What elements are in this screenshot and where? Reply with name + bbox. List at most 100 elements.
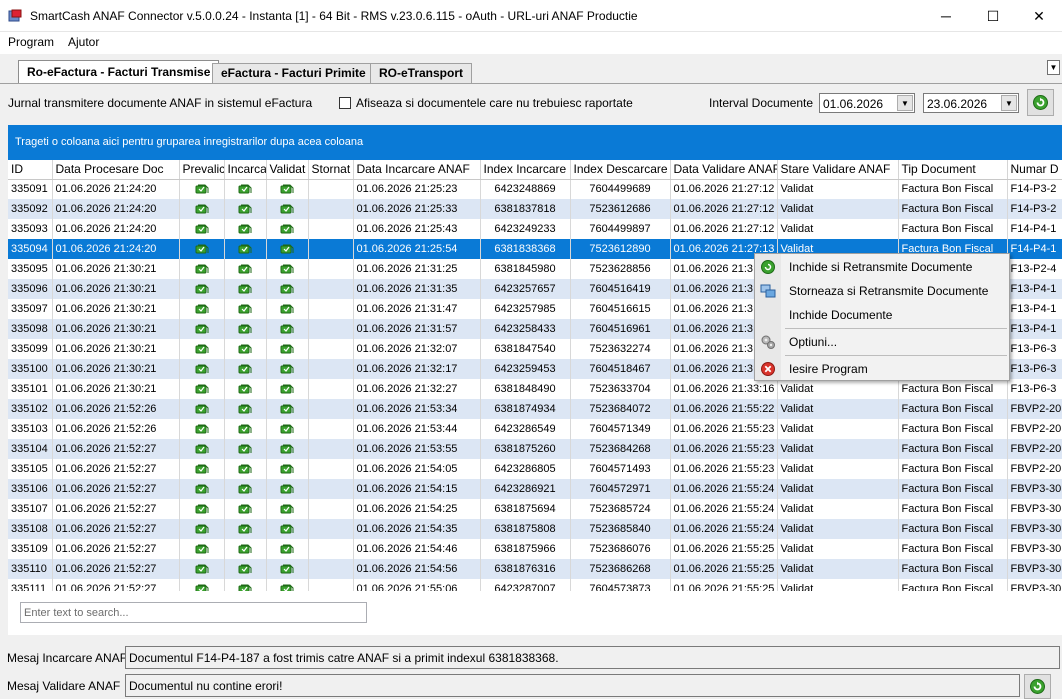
column-header[interactable]: Data Validare ANAF (670, 160, 778, 180)
table-cell: 01.06.2026 21:54:35 (353, 519, 481, 539)
table-cell: 6381845980 (480, 259, 571, 279)
status-document-icon (179, 379, 225, 399)
table-row[interactable]: 335102 01.06.2026 21:52:26 01.06.2026 21:5… (8, 399, 1062, 419)
date-from-picker[interactable]: 01.06.2026 ▼ (819, 93, 915, 113)
column-header[interactable]: Data Procesare Doc (52, 160, 180, 180)
table-cell: 01.06.2026 21:24:20 (52, 199, 180, 219)
table-row[interactable]: 335101 01.06.2026 21:30:21 01.06.2026 21:3… (8, 379, 1062, 399)
context-exit[interactable]: Iesire Program (756, 358, 1008, 380)
table-row[interactable]: 335111 01.06.2026 21:52:27 01.06.2026 21:5… (8, 579, 1062, 591)
menu-program[interactable]: Program (8, 35, 54, 49)
table-row[interactable]: 335092 01.06.2026 21:24:20 01.06.2026 21:2… (8, 199, 1062, 219)
table-cell: 01.06.2026 21:52:27 (52, 579, 180, 591)
table-cell (308, 319, 354, 339)
show-unreported-label[interactable]: Afiseaza si documentele care nu trebuies… (356, 96, 633, 110)
refresh-button[interactable] (1027, 89, 1054, 116)
context-close-retransmit[interactable]: Inchide si Retransmite Documente (756, 256, 1008, 278)
status-document-icon (266, 499, 309, 519)
table-cell: 01.06.2026 21:31:47 (353, 299, 481, 319)
table-cell: 01.06.2026 21:32:17 (353, 359, 481, 379)
search-input[interactable]: Enter text to search... (20, 602, 367, 623)
table-cell: 7523612890 (570, 239, 671, 259)
tab-efactura-transmise[interactable]: Ro-eFactura - Facturi Transmise (18, 60, 220, 84)
chevron-down-icon[interactable]: ▼ (897, 95, 913, 111)
table-row[interactable]: 335108 01.06.2026 21:52:27 01.06.2026 21:5… (8, 519, 1062, 539)
table-cell (308, 199, 354, 219)
table-cell: 01.06.2026 21:55:22 (670, 399, 778, 419)
status-document-icon (179, 559, 225, 579)
close-button[interactable]: ✕ (1016, 0, 1062, 32)
maximize-button[interactable]: ☐ (970, 0, 1016, 32)
status-document-icon (266, 359, 309, 379)
menu-help[interactable]: Ajutor (68, 35, 99, 49)
context-close-docs[interactable]: Inchide Documente (756, 304, 1008, 326)
upload-message-text: Documentul F14-P4-187 a fost trimis catr… (129, 651, 559, 665)
table-cell: 7604516615 (570, 299, 671, 319)
column-header[interactable]: Tip Document (898, 160, 1008, 180)
table-cell: 7523685724 (570, 499, 671, 519)
column-header[interactable]: ID (8, 160, 53, 180)
validation-message-field[interactable]: Documentul nu contine erori! (125, 674, 1020, 697)
table-row[interactable]: 335104 01.06.2026 21:52:27 01.06.2026 21:5… (8, 439, 1062, 459)
column-header[interactable]: Index Incarcare (480, 160, 571, 180)
table-cell: 335106 (8, 479, 53, 499)
table-cell: 01.06.2026 21:55:23 (670, 419, 778, 439)
table-row[interactable]: 335103 01.06.2026 21:52:26 01.06.2026 21:5… (8, 419, 1062, 439)
table-row[interactable]: 335091 01.06.2026 21:24:20 01.06.2026 21:2… (8, 179, 1062, 199)
table-row[interactable]: 335109 01.06.2026 21:52:27 01.06.2026 21:5… (8, 539, 1062, 559)
table-cell: 6423249233 (480, 219, 571, 239)
table-cell: 6381875694 (480, 499, 571, 519)
column-header[interactable]: Stare Validare ANAF (777, 160, 899, 180)
computers-icon (760, 284, 776, 298)
table-row[interactable]: 335110 01.06.2026 21:52:27 01.06.2026 21:5… (8, 559, 1062, 579)
table-row[interactable]: 335105 01.06.2026 21:52:27 01.06.2026 21:5… (8, 459, 1062, 479)
table-cell: Validat (777, 519, 899, 539)
column-header[interactable]: Validat (266, 160, 309, 180)
status-document-icon (224, 379, 267, 399)
validate-button[interactable] (1024, 674, 1051, 699)
table-cell: 01.06.2026 21:31:57 (353, 319, 481, 339)
menu-bar: Program Ajutor (0, 32, 1062, 54)
chevron-down-icon[interactable]: ▼ (1001, 95, 1017, 111)
column-header[interactable]: Incarca (224, 160, 267, 180)
table-cell: 01.06.2026 21:55:24 (670, 519, 778, 539)
column-header[interactable]: Prevalic (179, 160, 225, 180)
status-document-icon (224, 439, 267, 459)
table-cell: 01.06.2026 21:52:27 (52, 519, 180, 539)
tab-list-dropdown-icon[interactable]: ▼ (1047, 60, 1060, 75)
table-cell: 7523612686 (570, 199, 671, 219)
column-header[interactable]: Numar D (1007, 160, 1062, 180)
upload-message-label: Mesaj Incarcare ANAF (7, 651, 128, 665)
grid-header-row: ID Data Procesare Doc Prevalic Incarca Valid… (8, 160, 1062, 180)
column-header[interactable]: Data Incarcare ANAF (353, 160, 481, 180)
table-row[interactable]: 335093 01.06.2026 21:24:20 01.06.2026 21:2… (8, 219, 1062, 239)
tab-etransport[interactable]: RO-eTransport (370, 63, 473, 84)
table-cell: 335098 (8, 319, 53, 339)
status-document-icon (266, 299, 309, 319)
table-cell: Factura Bon Fiscal (898, 559, 1008, 579)
table-cell: FBVP2-20 (1007, 439, 1062, 459)
table-cell (308, 399, 354, 419)
date-to-picker[interactable]: 23.06.2026 ▼ (923, 93, 1019, 113)
table-row[interactable]: 335107 01.06.2026 21:52:27 01.06.2026 21:5… (8, 499, 1062, 519)
upload-message-field[interactable]: Documentul F14-P4-187 a fost trimis catr… (125, 646, 1060, 669)
table-cell (308, 339, 354, 359)
table-cell: 335093 (8, 219, 53, 239)
table-cell: 335091 (8, 179, 53, 199)
show-unreported-checkbox[interactable] (339, 97, 351, 109)
table-cell: 6423286805 (480, 459, 571, 479)
tab-efactura-primite[interactable]: eFactura - Facturi Primite (212, 63, 375, 84)
table-row[interactable]: 335106 01.06.2026 21:52:27 01.06.2026 21:5… (8, 479, 1062, 499)
table-cell: Factura Bon Fiscal (898, 479, 1008, 499)
group-by-panel[interactable]: Trageti o coloana aici pentru gruparea i… (8, 125, 1062, 160)
status-document-icon (266, 379, 309, 399)
column-header[interactable]: Index Descarcare I (570, 160, 671, 180)
grid-body: 335091 01.06.2026 21:24:20 01.06.2026 21:2… (8, 179, 1062, 591)
context-storno-retransmit[interactable]: Storneaza si Retransmite Documente (756, 280, 1008, 302)
column-header[interactable]: Stornat (308, 160, 354, 180)
table-cell: 7604516961 (570, 319, 671, 339)
minimize-button[interactable]: ─ (923, 0, 969, 32)
refresh-icon (1030, 679, 1045, 694)
table-cell: 6381875808 (480, 519, 571, 539)
context-options[interactable]: Optiuni... (756, 331, 1008, 353)
